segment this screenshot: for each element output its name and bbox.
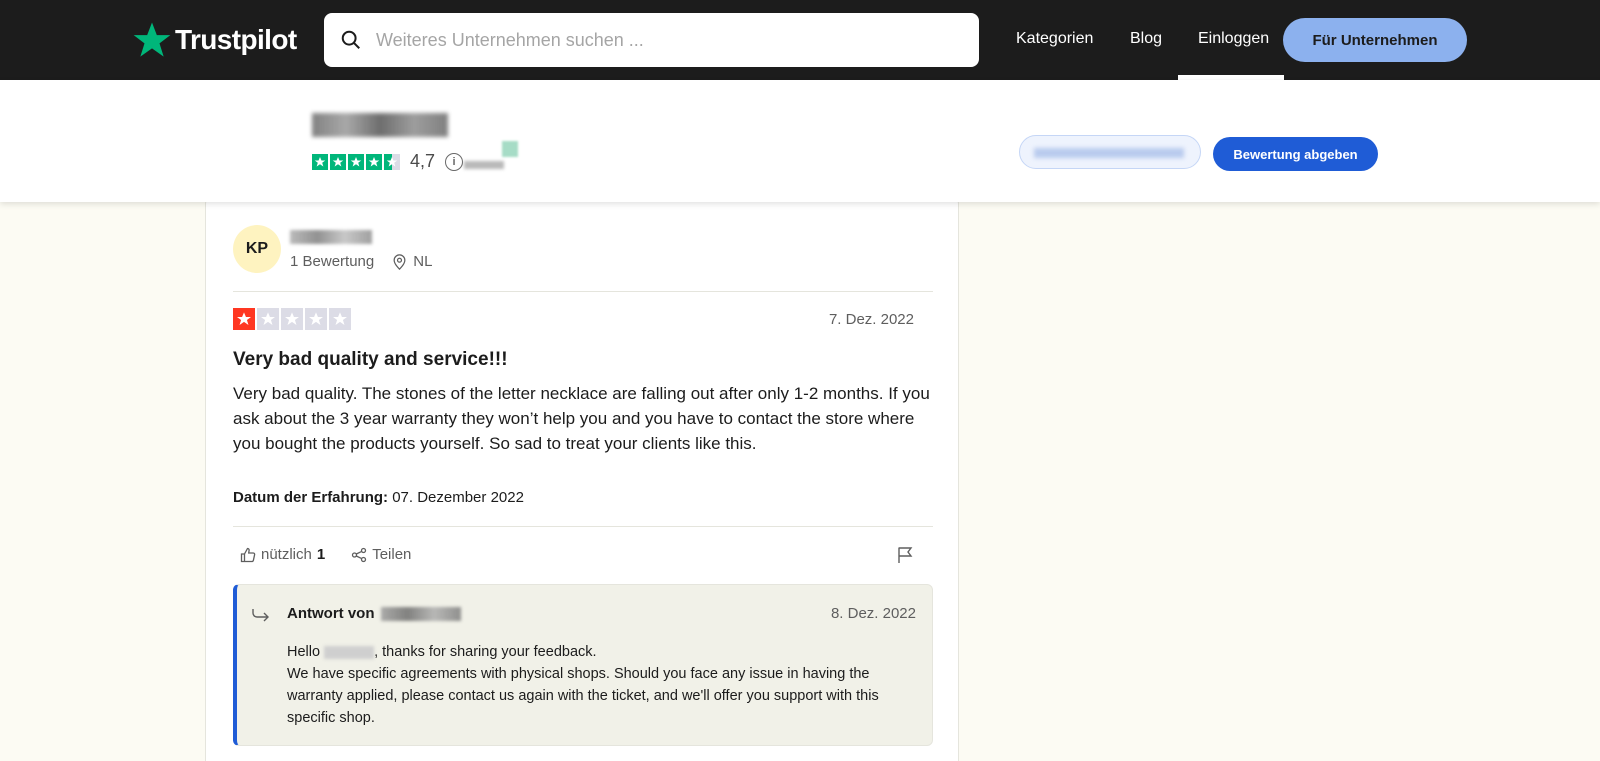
reply-greeting-prefix: Hello: [287, 644, 321, 660]
company-logo-redacted: [502, 141, 518, 157]
half-star-icon: [384, 153, 400, 170]
nav-link-einloggen[interactable]: Einloggen: [1198, 30, 1269, 48]
experience-date: Datum der Erfahrung: 07. Dezember 2022: [233, 489, 524, 506]
experience-date-label: Datum der Erfahrung:: [233, 489, 389, 506]
company-logo-redacted-text: [464, 161, 504, 169]
review-card: KP 1 Bewertung NL 7. Dez. 2022 Very bad …: [205, 196, 959, 761]
reviewer-name-redacted[interactable]: [290, 230, 372, 244]
thumbs-up-icon: [240, 547, 256, 562]
star-icon: [312, 153, 328, 170]
search-input[interactable]: [376, 29, 936, 51]
star-icon: [257, 308, 279, 330]
write-review-button[interactable]: Bewertung abgeben: [1213, 137, 1378, 171]
divider: [233, 526, 933, 527]
experience-date-value: 07. Dezember 2022: [392, 489, 524, 506]
useful-button[interactable]: nützlich 1: [240, 546, 325, 563]
star-icon: [329, 308, 351, 330]
review-actions: nützlich 1 Teilen: [240, 546, 411, 563]
reply-company-redacted: [380, 606, 461, 621]
share-button[interactable]: Teilen: [351, 546, 411, 563]
reply-date: 8. Dez. 2022: [830, 605, 916, 622]
share-label: Teilen: [372, 546, 412, 563]
location-pin-icon: [393, 253, 406, 270]
company-website-button-redacted[interactable]: [1019, 135, 1201, 169]
company-reply: Antwort von 8. Dez. 2022 Hello , thanks …: [233, 584, 933, 746]
reviewer-meta: 1 Bewertung NL: [290, 253, 432, 270]
reply-body: Hello , thanks for sharing your feedback…: [287, 641, 917, 729]
share-icon: [352, 547, 367, 562]
country-code: NL: [413, 253, 433, 270]
trustpilot-star-icon: [133, 22, 171, 57]
flag-icon[interactable]: [896, 546, 914, 564]
company-header: 4,7 i Bewertung abgeben: [0, 80, 1600, 202]
divider: [233, 291, 933, 292]
avatar[interactable]: KP: [233, 225, 281, 273]
star-icon: [233, 308, 255, 330]
star-icon: [366, 153, 382, 170]
for-business-button[interactable]: Für Unternehmen: [1283, 18, 1467, 62]
review-date: 7. Dez. 2022: [828, 311, 914, 328]
useful-label: nützlich: [261, 546, 312, 563]
review-count: 1 Bewertung: [290, 253, 375, 270]
nav-link-blog[interactable]: Blog: [1130, 30, 1162, 48]
company-name-redacted: [312, 113, 448, 137]
info-icon[interactable]: i: [445, 152, 464, 171]
review-stars: [233, 308, 351, 330]
search-bar[interactable]: [324, 13, 979, 67]
top-navigation: Trustpilot Kategorien Blog Einloggen Für…: [0, 0, 1600, 80]
review-title[interactable]: Very bad quality and service!!!: [233, 349, 508, 371]
reviewer-name-redacted: [324, 645, 375, 659]
company-logo[interactable]: [232, 110, 518, 169]
star-icon: [348, 153, 364, 170]
company-rating: 4,7 i: [312, 151, 464, 172]
brand-name: Trustpilot: [175, 24, 297, 55]
review-body: Very bad quality. The stones of the lett…: [233, 384, 930, 453]
reviewer-location: NL: [392, 253, 432, 270]
company-stars: [312, 153, 400, 170]
rating-score: 4,7: [410, 151, 436, 171]
reply-from-label: Antwort von: [287, 605, 375, 622]
star-icon: [281, 308, 303, 330]
nav-link-kategorien[interactable]: Kategorien: [1016, 30, 1093, 48]
reply-greeting-suffix: , thanks for sharing your feedback.: [374, 644, 597, 660]
star-icon: [330, 153, 346, 170]
search-icon: [341, 30, 360, 49]
reply-text: We have specific agreements with physica…: [287, 666, 879, 726]
reply-arrow-icon: [252, 609, 269, 622]
reply-author: Antwort von: [287, 605, 461, 622]
star-icon: [305, 308, 327, 330]
useful-count: 1: [316, 546, 326, 563]
trustpilot-logo[interactable]: Trustpilot: [132, 20, 297, 60]
